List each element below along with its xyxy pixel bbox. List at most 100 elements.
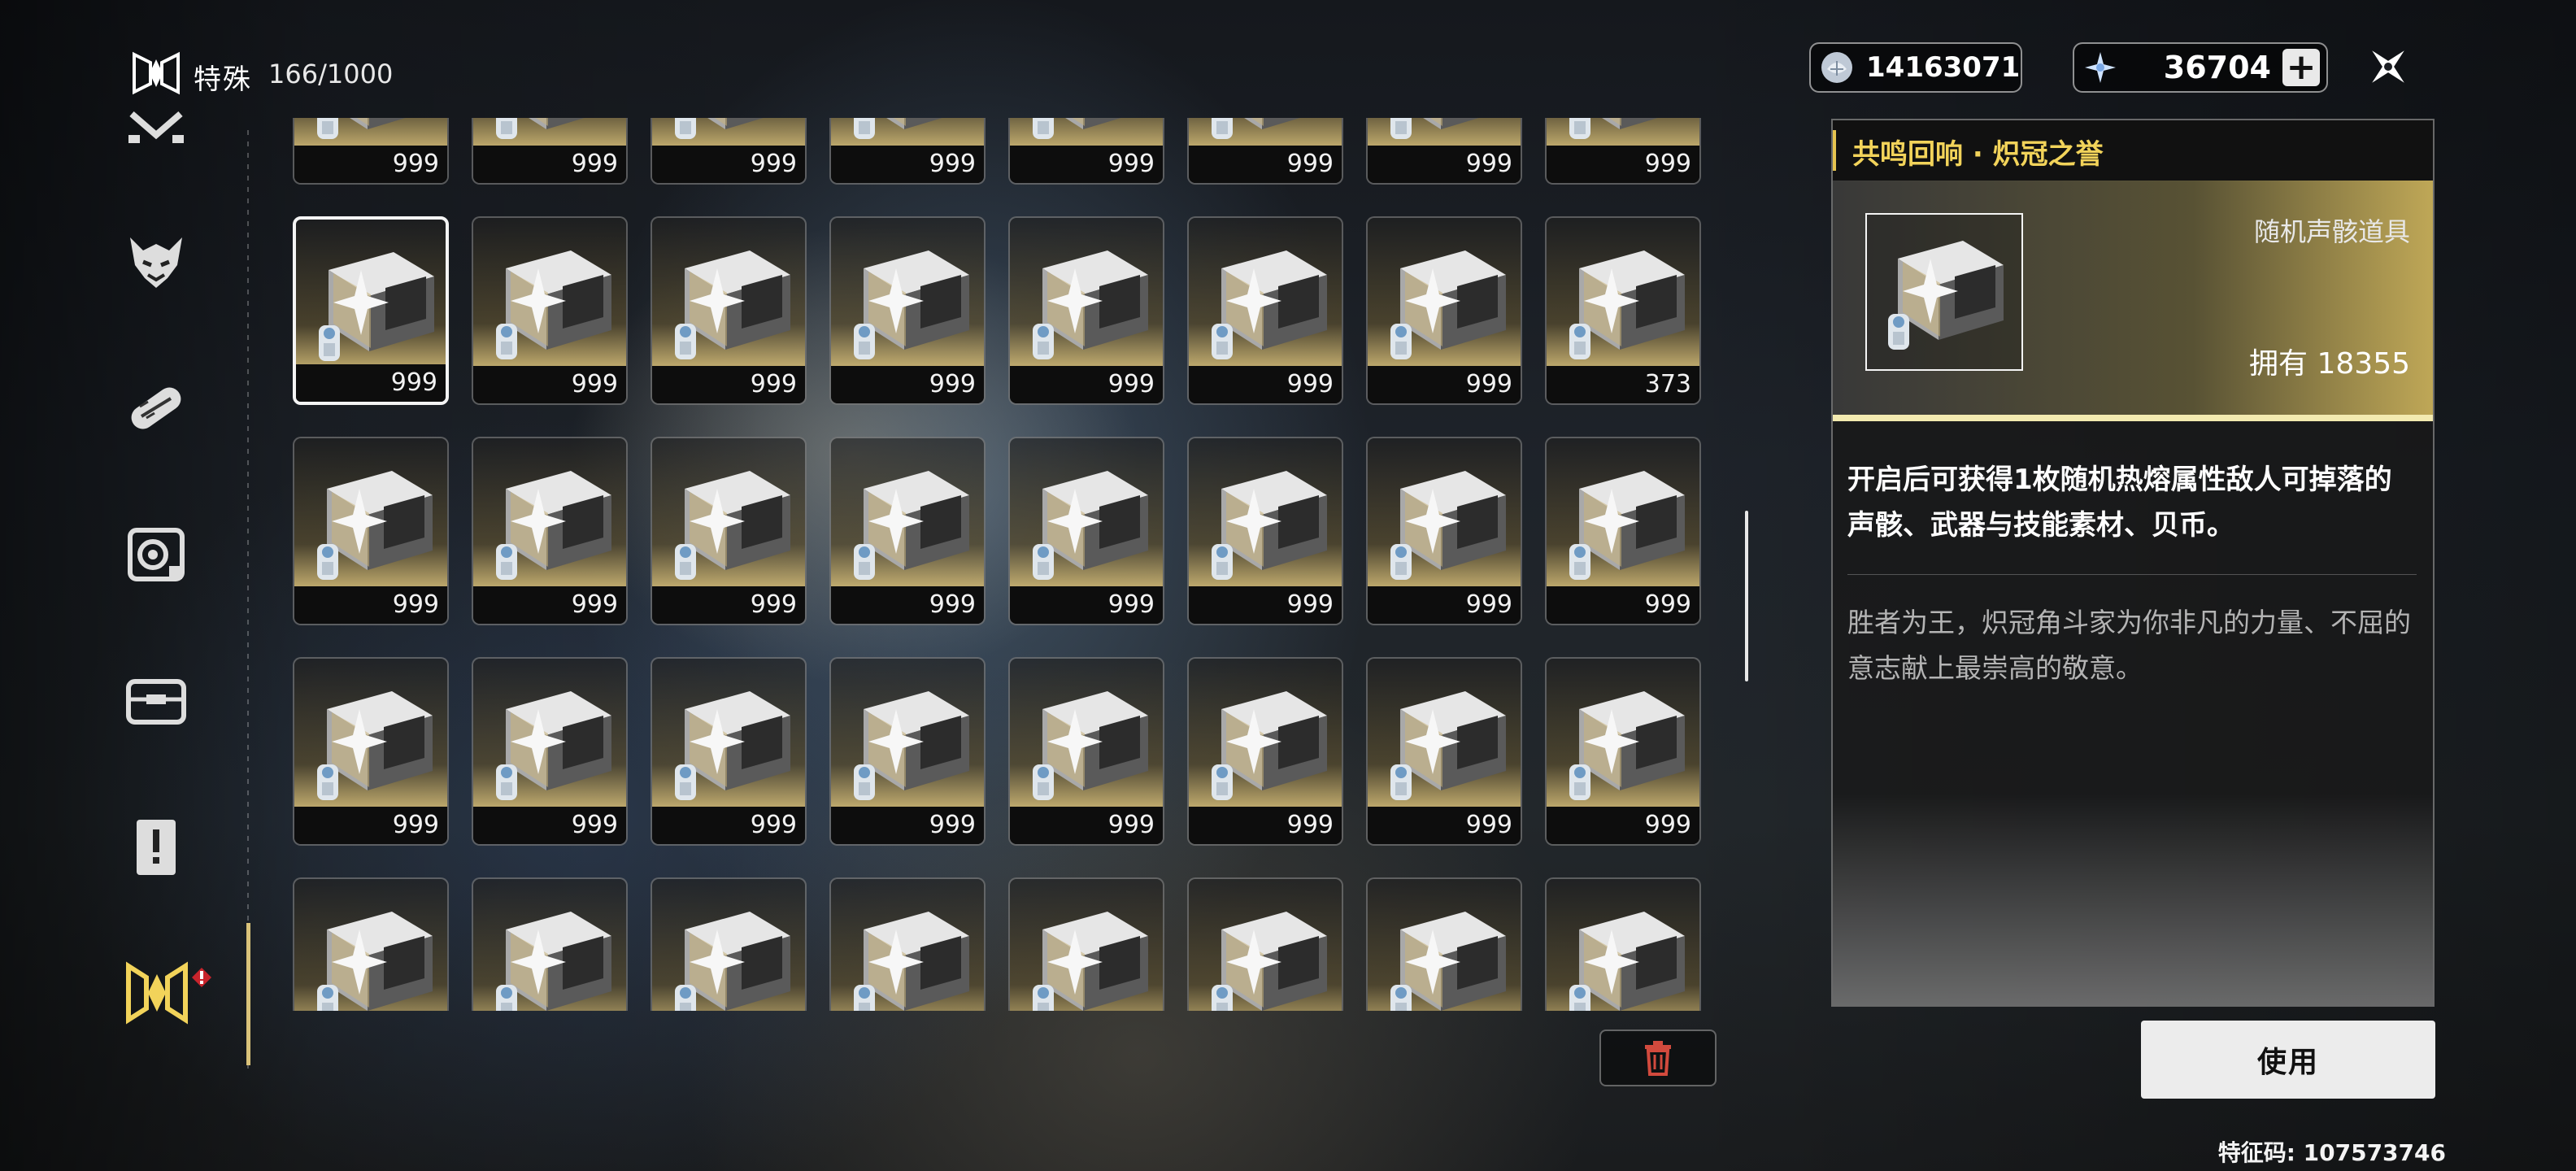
inventory-item-slot[interactable]	[651, 877, 807, 1011]
echo-supply-crate-icon	[1390, 471, 1506, 580]
echo-supply-crate-icon	[1033, 912, 1148, 1011]
inventory-item-slot[interactable]	[829, 877, 986, 1011]
inventory-item-slot[interactable]: 999	[472, 657, 628, 846]
item-art	[1547, 438, 1699, 590]
inventory-item-slot[interactable]	[1366, 877, 1522, 1011]
inventory-item-slot[interactable]: 999	[651, 216, 807, 405]
use-button[interactable]: 使用	[2141, 1021, 2435, 1099]
item-quantity: 999	[652, 586, 805, 624]
inventory-item-slot[interactable]	[1187, 877, 1343, 1011]
inventory-item-slot[interactable]: 999	[1187, 437, 1343, 625]
demon-mask-icon[interactable]	[124, 229, 189, 294]
item-art	[296, 220, 446, 371]
inventory-item-slot[interactable]: 999	[651, 437, 807, 625]
inventory-item-slot[interactable]: 999	[1545, 657, 1701, 846]
item-quantity: 999	[1189, 807, 1342, 844]
inventory-item-slot[interactable]: 999	[293, 657, 449, 846]
shell-credit-value: 14163071	[1866, 51, 2021, 84]
crossed-tools-icon[interactable]	[124, 106, 189, 146]
capsule-icon[interactable]	[124, 376, 189, 441]
inventory-item-slot[interactable]: 999	[1545, 118, 1701, 185]
inventory-item-slot[interactable]: 999	[829, 118, 986, 185]
echo-supply-crate-icon	[319, 252, 434, 361]
item-art	[1189, 118, 1342, 149]
trash-icon	[1645, 1041, 1671, 1076]
inventory-item-slot[interactable]: 999	[1366, 216, 1522, 405]
echo-supply-crate-icon	[1569, 471, 1685, 580]
astrite-icon	[2085, 52, 2116, 83]
grid-scrollbar[interactable]	[1745, 511, 1748, 681]
echo-supply-crate-icon	[1212, 912, 1327, 1011]
toolbox-icon[interactable]	[124, 668, 189, 734]
inventory-item-slot[interactable]: 999	[1008, 657, 1164, 846]
echo-supply-crate-icon	[1212, 250, 1327, 359]
delete-button[interactable]	[1599, 1030, 1717, 1086]
item-quantity: 999	[1010, 146, 1163, 183]
inventory-item-slot[interactable]: 999	[472, 216, 628, 405]
item-quantity: 999	[294, 586, 447, 624]
inventory-item-slot[interactable]	[293, 877, 449, 1011]
item-quantity: 999	[1010, 586, 1163, 624]
sidebar-active-indicator	[246, 923, 250, 1065]
item-art	[652, 659, 805, 810]
inventory-item-slot[interactable]: 999	[293, 118, 449, 185]
item-quantity: 999	[296, 364, 446, 402]
inventory-item-slot[interactable]: 999	[829, 437, 986, 625]
item-art	[1368, 659, 1521, 810]
echo-supply-crate-icon	[496, 118, 611, 139]
item-quantity: 999	[831, 586, 984, 624]
item-quantity: 999	[294, 146, 447, 183]
item-art	[831, 438, 984, 590]
item-quantity: 999	[652, 807, 805, 844]
inventory-item-slot[interactable]: 999	[1366, 118, 1522, 185]
inventory-item-slot[interactable]: 999	[1008, 437, 1164, 625]
item-quantity: 999	[1189, 146, 1342, 183]
inventory-item-slot[interactable]: 999	[651, 118, 807, 185]
inventory-item-slot[interactable]: 999	[651, 657, 807, 846]
close-star-icon[interactable]	[2362, 41, 2414, 93]
item-type: 随机声骸道具	[2253, 216, 2410, 247]
item-quantity: 999	[1547, 586, 1699, 624]
inventory-item-slot[interactable]	[472, 877, 628, 1011]
inventory-item-slot[interactable]: 999	[472, 118, 628, 185]
echo-supply-crate-icon	[317, 691, 433, 800]
item-description: 开启后可获得1枚随机热熔属性敌人可掉落的声骸、武器与技能素材、贝币。	[1847, 464, 2392, 542]
item-quantity: 999	[1368, 366, 1521, 403]
inventory-item-slot[interactable]: 999	[1545, 437, 1701, 625]
inventory-item-slot[interactable]: 999	[1366, 437, 1522, 625]
inventory-item-slot[interactable]	[1545, 877, 1701, 1011]
inventory-item-slot[interactable]: 999	[1008, 118, 1164, 185]
echo-crate-icon-active[interactable]	[124, 961, 213, 1026]
inventory-item-slot[interactable]: 999	[829, 216, 986, 405]
item-preview	[1865, 213, 2023, 371]
item-art	[473, 218, 626, 369]
item-art	[831, 218, 984, 369]
gear-target-icon[interactable]	[124, 522, 189, 587]
item-quantity: 999	[1547, 807, 1699, 844]
inventory-item-slot[interactable]: 999	[829, 657, 986, 846]
inventory-item-slot[interactable]: 999	[1008, 216, 1164, 405]
echo-supply-crate-icon	[1569, 912, 1685, 1011]
inventory-item-slot[interactable]: 999	[472, 437, 628, 625]
detail-title-bar: 共鸣回响 · 炽冠之誉	[1833, 120, 2433, 181]
item-quantity: 999	[831, 366, 984, 403]
inventory-item-slot[interactable]: 373	[1545, 216, 1701, 405]
item-art	[1010, 659, 1163, 810]
inventory-item-slot[interactable]: 999	[1187, 216, 1343, 405]
item-art	[473, 879, 626, 1011]
add-astrite-button[interactable]: +	[2282, 49, 2320, 86]
echo-supply-crate-icon	[1888, 241, 2004, 350]
detail-separator	[1847, 574, 2417, 575]
echo-supply-crate-icon	[675, 118, 790, 139]
inventory-item-slot[interactable]: 999	[293, 437, 449, 625]
inventory-item-slot[interactable]	[1008, 877, 1164, 1011]
inventory-item-slot[interactable]: 999	[1366, 657, 1522, 846]
item-quantity: 999	[1547, 146, 1699, 183]
category-count: 166/1000	[268, 59, 394, 89]
item-art	[1368, 879, 1521, 1011]
inventory-item-slot[interactable]: 999	[1187, 657, 1343, 846]
item-quantity: 999	[652, 366, 805, 403]
inventory-item-slot[interactable]: 999	[1187, 118, 1343, 185]
exclamation-card-icon[interactable]	[124, 815, 189, 880]
inventory-item-slot[interactable]: 999	[293, 216, 449, 405]
